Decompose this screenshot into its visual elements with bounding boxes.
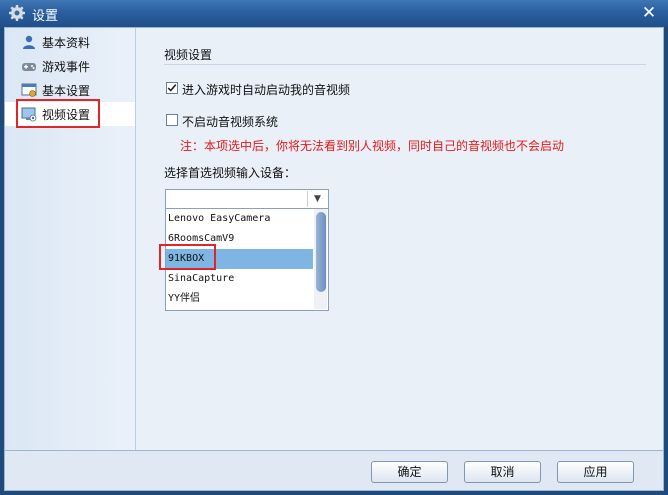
video-device-list[interactable]: Lenovo EasyCamera 6RoomsCamV9 91KBOX Sin… (165, 209, 329, 311)
device-select-label: 选择首选视频输入设备： (164, 166, 297, 180)
user-icon (23, 35, 35, 49)
video-device-dropdown[interactable]: ▼ (165, 189, 329, 209)
disable-av-checkbox[interactable] (166, 114, 178, 126)
list-item[interactable]: Lenovo EasyCamera (166, 209, 313, 229)
sidebar-item-label: 基本设置 (42, 84, 91, 98)
sidebar-item-video-settings[interactable]: 视频设置 (5, 102, 135, 126)
button-bar: 确定 取消 应用 (4, 451, 664, 491)
sidebar-item-label: 视频设置 (42, 108, 91, 122)
sidebar-item-basic-profile[interactable]: 基本资料 (5, 30, 135, 54)
checkmark-icon (167, 84, 177, 92)
sidebar-item-label: 基本资料 (42, 36, 91, 50)
cancel-button[interactable]: 取消 (464, 461, 541, 483)
disable-av-label: 不启动音视频系统 (182, 115, 279, 129)
title-bar: 设置 ✕ (0, 0, 668, 27)
list-item[interactable]: YY伴侣 (166, 289, 313, 309)
settings-window: 设置 ✕ 基本资料 游戏事件 基本设置 视频设置 视频设置 进入游戏时自动启动我… (0, 0, 668, 495)
window-title: 设置 (32, 9, 59, 24)
section-title: 视频设置 (164, 48, 213, 62)
list-item-selected[interactable]: 91KBOX (166, 249, 313, 269)
close-button[interactable]: ✕ (640, 3, 658, 23)
scrollbar-thumb[interactable] (316, 212, 326, 292)
section-divider (164, 64, 646, 65)
monitor-icon (21, 107, 37, 122)
window-settings-icon (21, 83, 37, 97)
gear-icon (9, 5, 25, 21)
auto-start-label: 进入游戏时自动启动我的音视频 (182, 83, 351, 97)
sidebar-item-game-events[interactable]: 游戏事件 (5, 54, 135, 78)
sidebar-item-basic-settings[interactable]: 基本设置 (5, 78, 135, 102)
auto-start-checkbox[interactable] (166, 82, 178, 94)
ok-button[interactable]: 确定 (371, 461, 448, 483)
list-item[interactable]: 6RoomsCamV9 (166, 229, 313, 249)
video-settings-panel: 视频设置 进入游戏时自动启动我的音视频 不启动音视频系统 注：本项选中后，你将无… (136, 28, 663, 450)
sidebar-item-label: 游戏事件 (42, 60, 91, 74)
chevron-down-icon[interactable]: ▼ (307, 191, 327, 207)
sidebar: 基本资料 游戏事件 基本设置 视频设置 (5, 28, 136, 450)
list-item[interactable]: SinaCapture (166, 269, 313, 289)
warning-text: 注：本项选中后，你将无法看到别人视频，同时自己的音视频也不会启动 (180, 139, 565, 153)
close-icon: ✕ (641, 3, 657, 23)
gamepad-icon (22, 63, 36, 71)
settings-content: 基本资料 游戏事件 基本设置 视频设置 视频设置 进入游戏时自动启动我的音视频 … (4, 27, 664, 451)
apply-button[interactable]: 应用 (557, 461, 634, 483)
